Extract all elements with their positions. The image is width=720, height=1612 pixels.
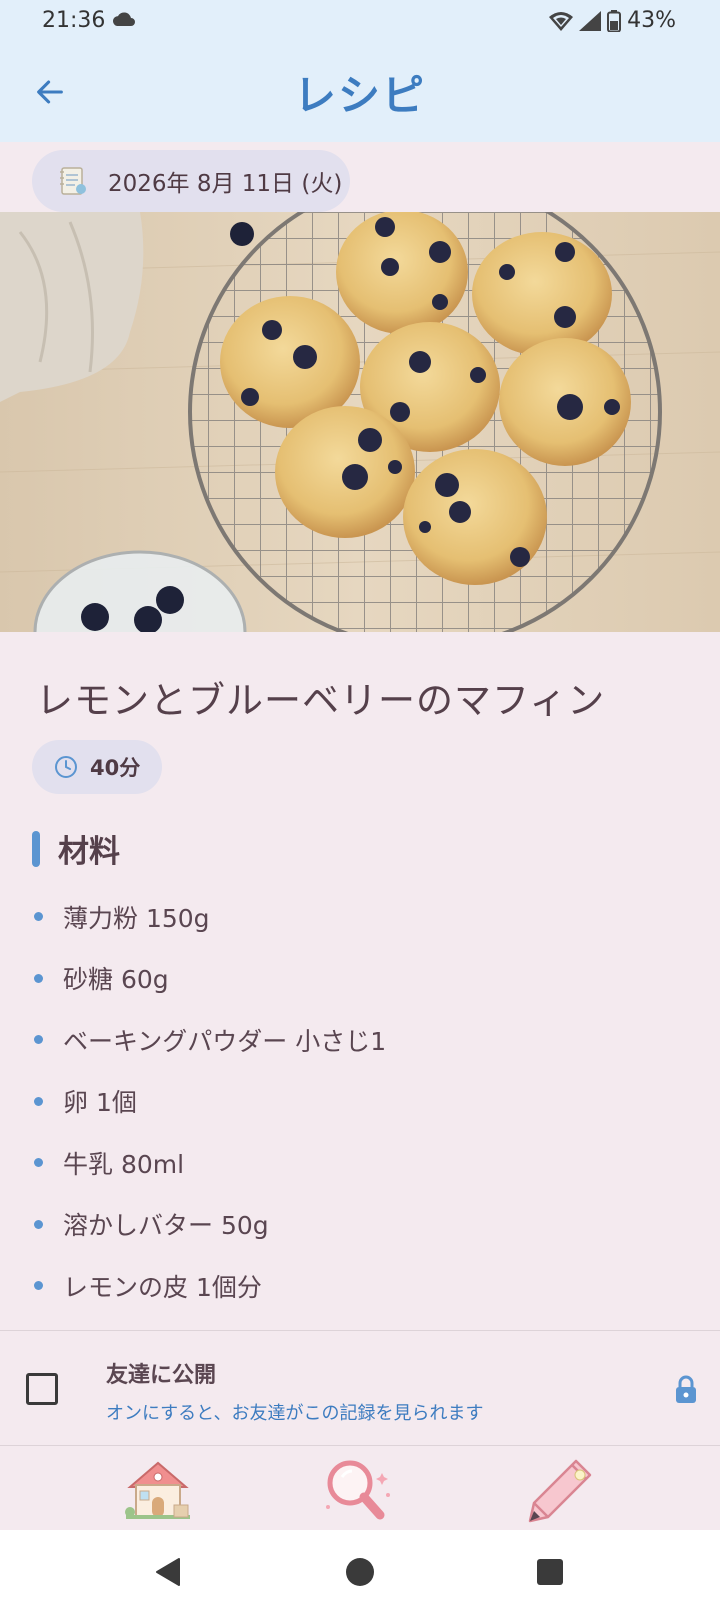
page-title: レシピ <box>293 71 426 120</box>
status-icons: 43% <box>549 8 676 33</box>
ingredients-heading: 材料 <box>32 826 120 871</box>
list-item: 砂糖 60g <box>32 948 692 1010</box>
nav-home-button[interactable] <box>118 1454 198 1526</box>
share-checkbox[interactable] <box>26 1373 58 1405</box>
list-item: レモンの皮 1個分 <box>32 1255 692 1317</box>
entry-date: 2026年 8月 11日 (火) <box>108 171 343 197</box>
ingredient-list: 薄力粉 150g 砂糖 60g ベーキングパウダー 小さじ1 卵 1個 牛乳 8… <box>32 886 692 1317</box>
wifi-icon <box>549 11 574 31</box>
back-triangle-icon <box>156 1558 180 1586</box>
bullet-icon <box>34 1281 43 1291</box>
home-icon <box>125 1461 190 1519</box>
ingredient-text: ベーキングパウダー 小さじ1 <box>63 1026 387 1056</box>
ingredient-text: レモンの皮 1個分 <box>63 1272 262 1302</box>
date-chip: 2026年 8月 11日 (火) <box>32 150 350 212</box>
nav-search-button[interactable] <box>318 1454 398 1526</box>
bullet-icon <box>34 912 43 922</box>
list-item: 牛乳 80ml <box>32 1132 692 1194</box>
cook-time: 40分 <box>90 756 141 780</box>
share-with-friends-row[interactable]: 友達に公開 オンにすると、お友達がこの記録を見られます <box>0 1330 720 1446</box>
ingredient-text: 牛乳 80ml <box>63 1149 185 1179</box>
lock-icon <box>676 1375 696 1403</box>
bullet-icon <box>34 1035 43 1045</box>
system-home-button[interactable] <box>338 1550 382 1594</box>
system-recents-button[interactable] <box>528 1550 572 1594</box>
signal-icon <box>579 10 602 31</box>
bullet-icon <box>34 973 43 983</box>
recipe-title: レモンとブルーベリーのマフィン <box>36 679 606 722</box>
diary-icon <box>60 167 86 195</box>
system-navigation-bar <box>0 1530 720 1612</box>
ingredient-text: 溶かしバター 50g <box>63 1211 269 1241</box>
status-time: 21:36 <box>42 8 106 33</box>
status-bar: 21:36 43% <box>0 0 720 44</box>
battery-icon <box>607 9 622 32</box>
bullet-icon <box>34 1096 43 1106</box>
app-bar: レシピ <box>0 44 720 142</box>
list-item: 卵 1個 <box>32 1071 692 1133</box>
list-item: 溶かしバター 50g <box>32 1194 692 1256</box>
system-back-button[interactable] <box>146 1550 190 1594</box>
search-icon <box>326 1460 390 1520</box>
ingredient-text: 薄力粉 150g <box>63 903 210 933</box>
recipe-photo <box>0 212 720 632</box>
bullet-icon <box>34 1219 43 1229</box>
battery-percent: 43% <box>627 8 676 33</box>
nav-write-button[interactable] <box>520 1454 600 1526</box>
pencil-icon <box>528 1459 592 1523</box>
ingredients-heading-label: 材料 <box>58 834 120 870</box>
muffin-photo-illustration <box>0 212 720 632</box>
ingredient-text: 砂糖 60g <box>63 965 169 995</box>
section-accent-bar <box>32 830 40 867</box>
bullet-icon <box>34 1158 43 1168</box>
top-area: 21:36 43% レシピ <box>0 0 720 142</box>
list-item: ベーキングパウダー 小さじ1 <box>32 1009 692 1071</box>
share-subtitle: オンにすると、お友達がこの記録を見られます <box>106 1403 484 1424</box>
recents-square-icon <box>537 1559 563 1585</box>
share-title: 友達に公開 <box>106 1363 217 1388</box>
home-circle-icon <box>346 1558 374 1586</box>
list-item: 薄力粉 150g <box>32 886 692 948</box>
clock-icon <box>55 756 77 778</box>
cloud-icon <box>112 12 135 26</box>
ingredient-text: 卵 1個 <box>63 1088 137 1118</box>
cook-time-chip: 40分 <box>32 740 162 794</box>
bottom-navigation <box>0 1446 720 1530</box>
